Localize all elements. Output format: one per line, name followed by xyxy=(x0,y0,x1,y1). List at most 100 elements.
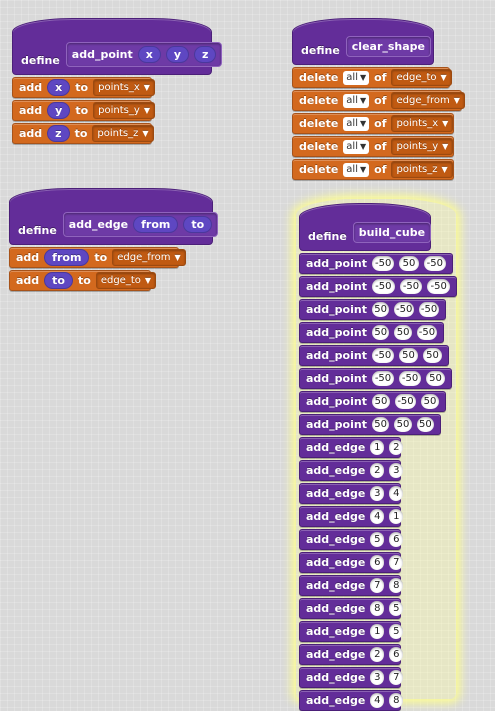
number-input[interactable]: 4 xyxy=(370,509,385,524)
number-input[interactable]: 7 xyxy=(389,555,404,570)
item-dropdown[interactable]: all ▼ xyxy=(343,162,370,177)
number-input[interactable]: 6 xyxy=(370,555,385,570)
param-reporter[interactable]: to xyxy=(44,272,73,289)
call-add-edge-block[interactable]: add_edge 1 5 xyxy=(299,621,404,642)
number-input[interactable]: 1 xyxy=(370,440,385,455)
add-to-list-block[interactable]: add to to edge_to ▼ xyxy=(9,270,157,291)
number-input[interactable]: -50 xyxy=(371,348,395,363)
number-input[interactable]: 7 xyxy=(370,578,385,593)
number-input[interactable]: 8 xyxy=(389,578,404,593)
param-from[interactable]: from xyxy=(133,216,179,233)
number-input[interactable]: 50 xyxy=(394,325,412,340)
number-input[interactable]: 3 xyxy=(389,463,404,478)
param-z[interactable]: z xyxy=(194,46,217,63)
number-input[interactable]: 50 xyxy=(371,394,391,409)
number-input[interactable]: 50 xyxy=(420,394,439,409)
list-dropdown[interactable]: points_y ▼ xyxy=(93,102,155,119)
list-dropdown[interactable]: points_z ▼ xyxy=(391,161,453,178)
call-add-edge-block[interactable]: add_edge 3 4 xyxy=(299,483,404,504)
add-to-list-block[interactable]: add z to points_z ▼ xyxy=(12,123,154,144)
number-input[interactable]: -50 xyxy=(395,394,416,409)
script-clear-shape[interactable]: define clear_shape delete all ▼ of edge_t… xyxy=(292,18,465,180)
number-input[interactable]: -50 xyxy=(399,371,422,386)
list-dropdown[interactable]: points_x ▼ xyxy=(93,79,155,96)
define-hat-add-point[interactable]: define add_point x y z xyxy=(12,18,223,75)
param-x[interactable]: x xyxy=(137,46,161,63)
item-dropdown[interactable]: all ▼ xyxy=(343,70,370,85)
number-input[interactable]: 8 xyxy=(389,693,404,708)
number-input[interactable]: 50 xyxy=(394,417,412,432)
number-input[interactable]: 7 xyxy=(389,670,404,685)
call-add-edge-block[interactable]: add_edge 4 8 xyxy=(299,690,404,711)
call-add-point-block[interactable]: add_point 50 -50 -50 xyxy=(299,299,446,320)
define-hat-build-cube[interactable]: define build_cube xyxy=(299,203,432,251)
number-input[interactable]: -50 xyxy=(419,302,440,317)
number-input[interactable]: 1 xyxy=(389,509,404,524)
number-input[interactable]: 8 xyxy=(370,601,385,616)
call-add-edge-block[interactable]: add_edge 6 7 xyxy=(299,552,404,573)
delete-of-list-block[interactable]: delete all ▼ of edge_from ▼ xyxy=(292,90,465,111)
script-build-cube[interactable]: define build_cube add_point -50 50 -50 add_p… xyxy=(299,203,457,711)
add-to-list-block[interactable]: add y to points_y ▼ xyxy=(12,100,155,121)
call-add-edge-block[interactable]: add_edge 2 6 xyxy=(299,644,404,665)
number-input[interactable]: 5 xyxy=(389,624,404,639)
number-input[interactable]: 2 xyxy=(370,647,385,662)
prototype-clear-shape[interactable]: clear_shape xyxy=(345,36,432,57)
call-add-point-block[interactable]: add_point 50 50 50 xyxy=(299,414,441,435)
list-dropdown[interactable]: edge_to ▼ xyxy=(391,69,452,86)
number-input[interactable]: 3 xyxy=(370,670,385,685)
list-dropdown[interactable]: edge_from ▼ xyxy=(112,249,186,266)
number-input[interactable]: 50 xyxy=(399,256,419,271)
call-add-point-block[interactable]: add_point -50 -50 -50 xyxy=(299,276,457,297)
number-input[interactable]: 5 xyxy=(370,532,385,547)
prototype-build-cube[interactable]: build_cube xyxy=(352,222,432,243)
number-input[interactable]: -50 xyxy=(371,371,395,386)
call-add-edge-block[interactable]: add_edge 2 3 xyxy=(299,460,404,481)
list-dropdown[interactable]: points_z ▼ xyxy=(92,125,154,142)
delete-of-list-block[interactable]: delete all ▼ of points_x ▼ xyxy=(292,113,454,134)
delete-of-list-block[interactable]: delete all ▼ of points_y ▼ xyxy=(292,136,454,157)
add-to-list-block[interactable]: add x to points_x ▼ xyxy=(12,77,155,98)
number-input[interactable]: 2 xyxy=(370,463,385,478)
item-dropdown[interactable]: all ▼ xyxy=(343,93,370,108)
define-hat-clear-shape[interactable]: define clear_shape xyxy=(292,18,434,65)
call-add-edge-block[interactable]: add_edge 8 5 xyxy=(299,598,404,619)
number-input[interactable]: 6 xyxy=(389,647,404,662)
call-add-edge-block[interactable]: add_edge 4 1 xyxy=(299,506,404,527)
call-add-point-block[interactable]: add_point 50 -50 50 xyxy=(299,391,446,412)
item-dropdown[interactable]: all ▼ xyxy=(343,116,370,131)
prototype-add-edge[interactable]: add_edge from to xyxy=(62,212,219,237)
number-input[interactable]: -50 xyxy=(427,279,450,294)
list-dropdown[interactable]: edge_to ▼ xyxy=(95,272,157,289)
script-add-point[interactable]: define add_point x y z add x to points_x… xyxy=(12,18,223,144)
param-reporter[interactable]: x xyxy=(47,79,71,96)
list-dropdown[interactable]: points_x ▼ xyxy=(391,115,454,132)
number-input[interactable]: 5 xyxy=(389,601,404,616)
call-add-edge-block[interactable]: add_edge 1 2 xyxy=(299,437,404,458)
call-add-point-block[interactable]: add_point 50 50 -50 xyxy=(299,322,444,343)
number-input[interactable]: 50 xyxy=(423,348,442,363)
list-dropdown[interactable]: edge_from ▼ xyxy=(391,92,465,109)
number-input[interactable]: 1 xyxy=(370,624,385,639)
define-hat-add-edge[interactable]: define add_edge from to xyxy=(9,188,219,245)
delete-of-list-block[interactable]: delete all ▼ of points_z ▼ xyxy=(292,159,454,180)
call-add-point-block[interactable]: add_point -50 -50 50 xyxy=(299,368,452,389)
number-input[interactable]: 50 xyxy=(426,371,445,386)
number-input[interactable]: 50 xyxy=(416,417,434,432)
item-dropdown[interactable]: all ▼ xyxy=(343,139,370,154)
number-input[interactable]: -50 xyxy=(371,256,395,271)
param-y[interactable]: y xyxy=(165,46,190,63)
param-to[interactable]: to xyxy=(183,216,213,233)
param-reporter[interactable]: y xyxy=(47,102,71,119)
number-input[interactable]: -50 xyxy=(371,279,395,294)
script-add-edge[interactable]: define add_edge from to add from to edge… xyxy=(9,188,219,291)
number-input[interactable]: -50 xyxy=(416,325,437,340)
delete-of-list-block[interactable]: delete all ▼ of edge_to ▼ xyxy=(292,67,452,88)
number-input[interactable]: -50 xyxy=(423,256,446,271)
number-input[interactable]: 50 xyxy=(371,302,390,317)
number-input[interactable]: -50 xyxy=(399,279,423,294)
number-input[interactable]: 3 xyxy=(370,486,385,501)
number-input[interactable]: 2 xyxy=(389,440,404,455)
call-add-point-block[interactable]: add_point -50 50 50 xyxy=(299,345,449,366)
number-input[interactable]: 50 xyxy=(399,348,419,363)
